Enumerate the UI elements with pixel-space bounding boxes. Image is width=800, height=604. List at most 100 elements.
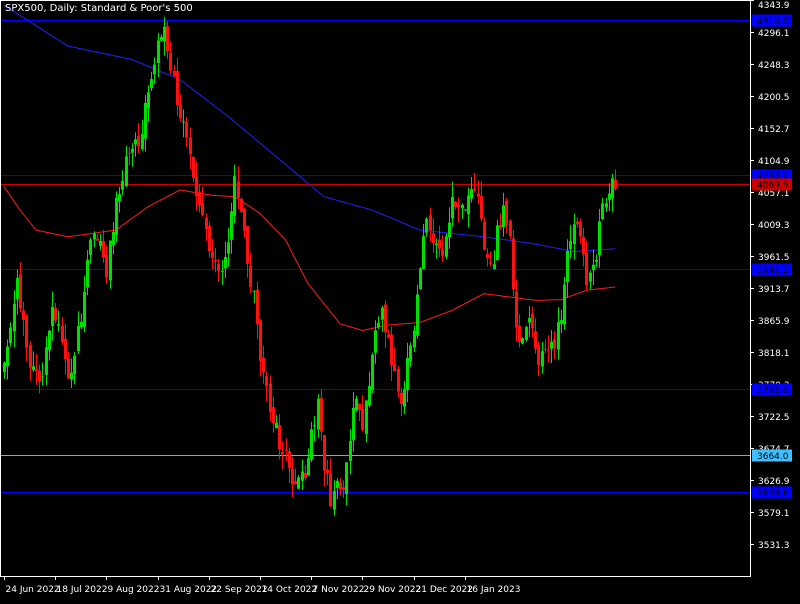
level-lines [0,20,750,493]
candle-body [227,242,230,254]
candle-body [358,403,361,411]
candle-body [275,422,278,429]
candle-body [355,398,358,411]
x-tick-label: 22 Sep 2022 [211,585,268,595]
candle-body [467,195,470,214]
candle-body [400,392,403,404]
price-chart[interactable]: 4343.94296.14248.34200.54152.74104.94057… [0,0,800,600]
candle-body [137,135,140,147]
candle-body [464,209,467,211]
candle-body [307,458,310,476]
candle-body [496,225,499,261]
plot-frame [0,0,751,577]
candle-body [131,148,134,153]
candle-body [569,241,572,249]
candle-body [585,252,588,286]
candle-body [368,385,371,406]
candle-body [221,271,224,273]
x-tick-label: 14 Oct 2022 [262,585,318,595]
candle-body [153,64,156,75]
x-tick-label: 18 Jul 2022 [57,585,108,595]
candle-body [166,26,169,52]
candle-body [304,473,307,478]
candle-body [272,407,275,424]
candle-body [563,284,566,325]
level-label: 3941.2 [757,266,789,276]
y-tick-label: 3818.1 [758,349,790,359]
y-tick-label: 3913.7 [758,285,790,295]
y-tick-label: 4009.3 [758,221,790,231]
candle-body [147,92,150,109]
y-tick-label: 3961.5 [758,253,790,263]
candle-body [105,254,108,278]
candle-body [493,264,496,269]
candle-body [118,194,121,202]
candle-body [323,435,326,471]
candle-body [566,250,569,282]
candle-body [29,345,32,368]
candle-body [473,188,476,191]
candle-body [13,303,16,332]
candle-body [320,398,323,432]
candle-body [429,215,432,231]
y-tick-label: 4200.5 [758,93,790,103]
x-tick-label: 7 Nov 2022 [313,585,365,595]
candle-body [477,194,480,197]
candle-body [176,71,179,106]
level-label: 3608.6 [757,489,789,499]
candle-body [281,451,284,454]
candle-body [253,290,256,292]
candle-body [201,202,204,215]
candle-body [35,369,38,372]
candle-body [22,310,25,320]
candle-body [605,203,608,208]
level-label: 4069.5 [757,181,789,191]
candle-body [445,236,448,257]
candle-body [192,156,195,179]
candle-body [525,327,528,340]
candle-body [589,272,592,282]
candle-body [77,326,80,352]
candle-body [125,156,128,186]
x-tick-label: 24 Jun 2022 [6,585,60,595]
candle-body [179,104,182,119]
moving-averages [3,4,616,332]
candle-body [425,218,428,233]
candle-body [393,363,396,372]
y-tick-label: 4152.7 [758,125,790,135]
candle-body [384,304,387,333]
candle-body [102,240,105,258]
candle-body [313,425,316,427]
candle-body [409,345,412,362]
candle-body [99,240,102,246]
candle-body [61,325,64,343]
candle-body [144,102,147,139]
candle-body [262,357,265,373]
candle-body [451,197,454,219]
candle-body [457,204,460,207]
candle-body [573,224,576,244]
time-axis: 24 Jun 202218 Jul 2022 9 Aug 2022 31 Aug 2… [4,576,520,595]
candle-body [259,320,262,361]
candle-body [512,238,515,289]
y-tick-label: 3865.9 [758,317,790,327]
candle-body [214,260,217,262]
candle-body [432,233,435,244]
candle-body [614,179,617,189]
candle-body [483,221,486,250]
candle-body [93,233,96,240]
candle-body [374,330,377,353]
candle-body [233,176,236,216]
candle-body [80,321,83,327]
candles [3,16,617,516]
candle-body [438,239,441,249]
candle-body [64,338,67,359]
candle-body [518,325,521,342]
candle-body [349,441,352,461]
y-tick-label: 4343.9 [758,1,790,11]
candle-body [67,358,70,379]
candle-body [285,450,288,452]
chart-area[interactable]: 4343.9 4296.1 4248.3 4200.5 4152.7 4104.9 4057… [0,0,800,600]
candle-body [499,224,502,228]
candle-body [240,198,243,212]
